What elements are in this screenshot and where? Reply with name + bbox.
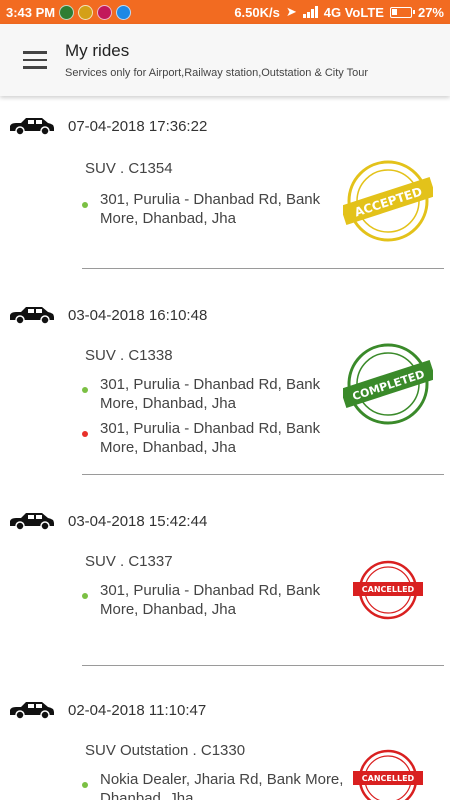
battery-icon [389, 6, 415, 18]
stamp-label: CANCELLED [362, 585, 415, 594]
divider [82, 474, 444, 475]
car-icon [10, 307, 54, 325]
accepted-stamp-icon: ACCEPTED [343, 160, 433, 242]
status-time: 3:43 PM [6, 4, 56, 20]
completed-stamp-icon: COMPLETED [343, 343, 433, 425]
ride-vehicle: SUV . C1354 [85, 160, 173, 177]
network-speed: 6.50K/s [234, 4, 280, 20]
divider [82, 268, 444, 269]
ride-datetime: 03-04-2018 16:10:48 [68, 306, 208, 324]
ride-vehicle: SUV . C1338 [85, 347, 173, 364]
ride-datetime: 03-04-2018 15:42:44 [68, 512, 208, 530]
signal-icon [302, 6, 318, 18]
cancelled-stamp-icon: CANCELLED [353, 749, 423, 800]
pickup-dot-icon [82, 782, 88, 788]
pickup-dot-icon [82, 202, 88, 208]
network-type: 4G VoLTE [323, 4, 384, 20]
battery-level: 27% [417, 4, 444, 20]
ride-vehicle: SUV . C1337 [85, 553, 173, 570]
ride-vehicle: SUV Outstation . C1330 [85, 742, 246, 759]
hamburger-menu-icon[interactable] [0, 24, 70, 96]
pickup-location: Nokia Dealer, Jharia Rd, Bank More, Dhan… [82, 770, 344, 800]
stamp-label: CANCELLED [362, 774, 415, 783]
status-bar: 3:43 PM 6.50K/s ➤ 4G VoLTE 27% [0, 0, 450, 24]
divider [82, 665, 444, 666]
pickup-location: 301, Purulia - Dhanbad Rd, Bank More, Dh… [82, 190, 344, 228]
drop-dot-icon [82, 431, 88, 437]
notification-app-icon [59, 4, 75, 20]
ride-datetime: 07-04-2018 17:36:22 [68, 117, 208, 135]
notification-app-icon [97, 4, 113, 20]
pickup-location: 301, Purulia - Dhanbad Rd, Bank More, Dh… [82, 581, 344, 619]
rides-list: 07-04-2018 17:36:22 SUV . C1354 301, Pur… [0, 96, 450, 800]
pickup-dot-icon [82, 593, 88, 599]
car-icon [10, 702, 54, 720]
page-title: My rides [65, 41, 130, 60]
car-icon [10, 513, 54, 531]
drop-location: 301, Purulia - Dhanbad Rd, Bank More, Dh… [82, 419, 344, 457]
notification-app-icon [116, 4, 132, 20]
location-arrow-icon: ➤ [285, 4, 297, 19]
pickup-location: 301, Purulia - Dhanbad Rd, Bank More, Dh… [82, 375, 344, 413]
ride-datetime: 02-04-2018 11:10:47 [68, 701, 207, 719]
notification-app-icon [78, 4, 94, 20]
cancelled-stamp-icon: CANCELLED [353, 560, 423, 620]
pickup-dot-icon [82, 387, 88, 393]
app-bar: My rides Services only for Airport,Railw… [0, 24, 450, 96]
page-subtitle: Services only for Airport,Railway statio… [65, 67, 369, 79]
car-icon [10, 118, 54, 136]
